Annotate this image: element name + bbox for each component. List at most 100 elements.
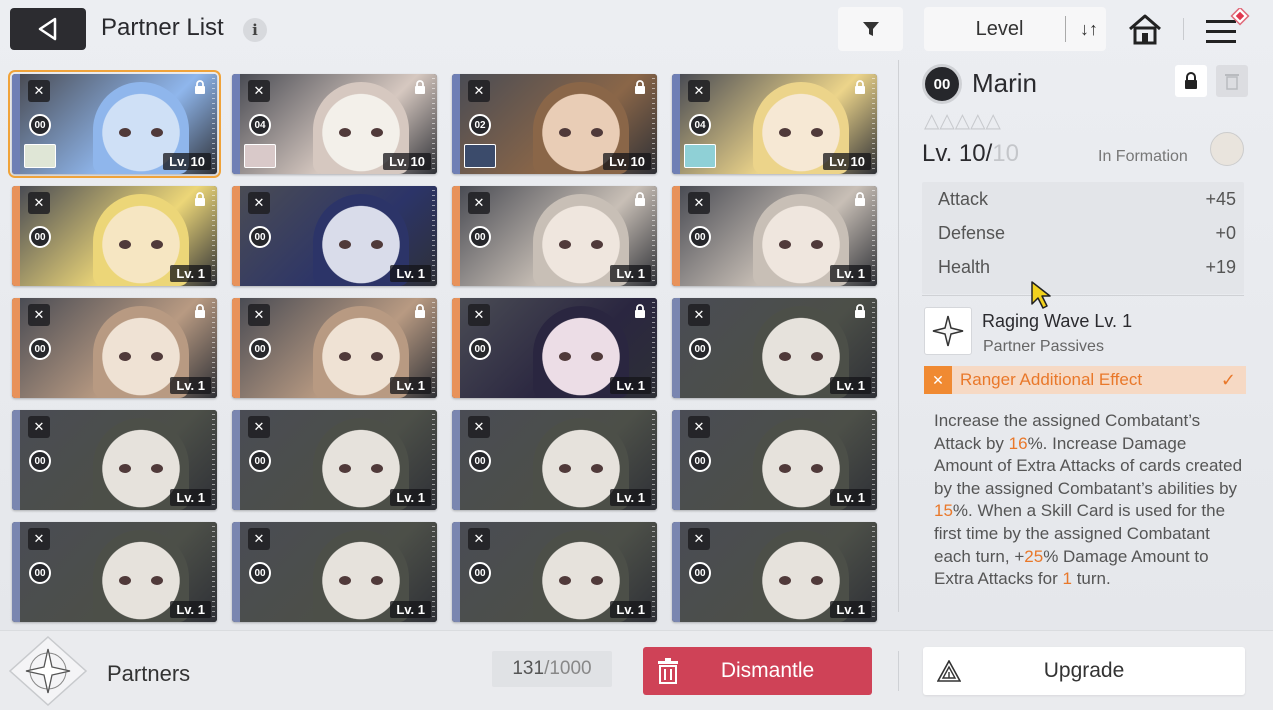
partner-card[interactable]: ✕ 04 Lv. 10	[672, 74, 877, 174]
header-divider	[1183, 18, 1184, 40]
section-title: Partners	[107, 661, 191, 686]
skill-icon-button[interactable]	[924, 307, 972, 355]
class-icon: ✕	[688, 528, 710, 550]
card-edge-pattern	[212, 414, 215, 506]
partner-card[interactable]: ✕ 00 Lv. 1	[672, 410, 877, 510]
partner-card[interactable]: ✕ 00 Lv. 1	[672, 298, 877, 398]
sort-divider	[1065, 16, 1066, 42]
lock-icon	[635, 304, 645, 318]
menu-button[interactable]	[1204, 6, 1254, 50]
card-level: Lv. 1	[170, 377, 211, 394]
rarity-stripe	[12, 186, 20, 286]
card-edge-pattern	[432, 414, 435, 506]
partner-card[interactable]: ✕ 00 Lv. 1	[12, 186, 217, 286]
upgrade-button[interactable]: Upgrade	[923, 647, 1245, 695]
portrait-eye	[559, 464, 571, 473]
sort-order-icon[interactable]: ↓↑	[1072, 19, 1106, 40]
card-edge-pattern	[212, 526, 215, 618]
level-display: Lv. 10/10	[922, 140, 1019, 168]
portrait-eye	[779, 352, 791, 361]
assigned-combatant-thumbnail	[464, 144, 496, 168]
portrait-eye	[811, 128, 823, 137]
portrait-eye	[559, 352, 571, 361]
rarity-stripe	[12, 74, 20, 174]
card-level: Lv. 1	[390, 489, 431, 506]
rank-badge: 00	[29, 562, 51, 584]
portrait-eye	[811, 352, 823, 361]
partner-card[interactable]: ✕ 00 Lv. 1	[672, 522, 877, 622]
compass-star-icon	[8, 635, 88, 707]
rarity-stripe	[232, 186, 240, 286]
rank-badge: 00	[29, 338, 51, 360]
info-icon[interactable]: i	[243, 18, 267, 42]
card-edge-pattern	[652, 78, 655, 170]
card-level: Lv. 1	[830, 601, 871, 618]
star-rating: △△△△△	[924, 110, 1001, 132]
partner-card[interactable]: ✕ 00 Lv. 1	[672, 186, 877, 286]
formation-avatar[interactable]	[1210, 132, 1244, 166]
highlight-value: 25	[1024, 546, 1044, 566]
partner-card[interactable]: ✕ 00 Lv. 1	[12, 410, 217, 510]
dismantle-button[interactable]: Dismantle	[643, 647, 872, 695]
partner-card[interactable]: ✕ 00 Lv. 1	[232, 298, 437, 398]
rank-badge: 00	[689, 338, 711, 360]
skill-name: Raging Wave Lv. 1	[982, 311, 1133, 331]
rarity-stripe	[672, 522, 680, 622]
portrait-eye	[591, 464, 603, 473]
card-level: Lv. 1	[610, 489, 651, 506]
class-icon: ✕	[28, 304, 50, 326]
partner-card[interactable]: ✕ 00 Lv. 1	[232, 410, 437, 510]
stat-row-defense: Defense +0	[922, 216, 1244, 250]
lock-icon	[415, 80, 425, 94]
card-edge-pattern	[872, 414, 875, 506]
portrait-eye	[119, 240, 131, 249]
home-button[interactable]	[1126, 10, 1164, 48]
partner-card[interactable]: ✕ 00 Lv. 1	[12, 298, 217, 398]
partner-card[interactable]: ✕ 00 Lv. 1	[452, 186, 657, 286]
card-level: Lv. 1	[170, 489, 211, 506]
rarity-stripe	[452, 410, 460, 510]
lock-icon	[415, 304, 425, 318]
class-icon: ✕	[468, 528, 490, 550]
class-icon: ✕	[28, 80, 50, 102]
upgrade-triangle-icon	[923, 660, 975, 682]
partner-card[interactable]: ✕ 00 Lv. 1	[12, 522, 217, 622]
filter-button[interactable]	[838, 7, 903, 51]
lock-button[interactable]	[1175, 65, 1207, 97]
rank-badge: 00	[469, 338, 491, 360]
class-icon: ✕	[248, 416, 270, 438]
rank-badge: 00	[29, 226, 51, 248]
rarity-stripe	[672, 298, 680, 398]
partner-card[interactable]: ✕ 00 Lv. 1	[232, 186, 437, 286]
class-icon: ✕	[248, 528, 270, 550]
partner-card[interactable]: ✕ 00 Lv. 1	[232, 522, 437, 622]
rank-badge: 00	[689, 226, 711, 248]
partner-card[interactable]: ✕ 04 Lv. 10	[232, 74, 437, 174]
portrait-eye	[591, 128, 603, 137]
partner-card[interactable]: ✕ 00 Lv. 10	[8, 70, 221, 178]
partner-card[interactable]: ✕ 02 Lv. 10	[452, 74, 657, 174]
lock-icon	[195, 192, 205, 206]
card-edge-pattern	[212, 190, 215, 282]
card-edge-pattern	[652, 526, 655, 618]
additional-effect-bar[interactable]: ✕ Ranger Additional Effect ✓	[924, 366, 1246, 394]
portrait-eye	[151, 576, 163, 585]
partner-card[interactable]: ✕ 00 Lv. 1	[452, 410, 657, 510]
card-level: Lv. 1	[170, 265, 211, 282]
back-button[interactable]	[10, 8, 86, 50]
sort-dropdown[interactable]: Level ↓↑	[924, 7, 1106, 51]
portrait-eye	[371, 352, 383, 361]
dismantle-label: Dismantle	[720, 659, 815, 682]
rarity-stripe	[12, 522, 20, 622]
card-edge-pattern	[872, 302, 875, 394]
portrait-eye	[371, 240, 383, 249]
rank-badge: 00	[29, 114, 51, 136]
class-icon: ✕	[28, 416, 50, 438]
partner-card[interactable]: ✕ 00 Lv. 1	[452, 522, 657, 622]
portrait-eye	[339, 576, 351, 585]
trash-button[interactable]	[1216, 65, 1248, 97]
sparkle-icon	[932, 315, 964, 347]
partner-card[interactable]: ✕ 00 Lv. 1	[452, 298, 657, 398]
assigned-combatant-thumbnail	[684, 144, 716, 168]
lock-icon	[195, 80, 205, 94]
